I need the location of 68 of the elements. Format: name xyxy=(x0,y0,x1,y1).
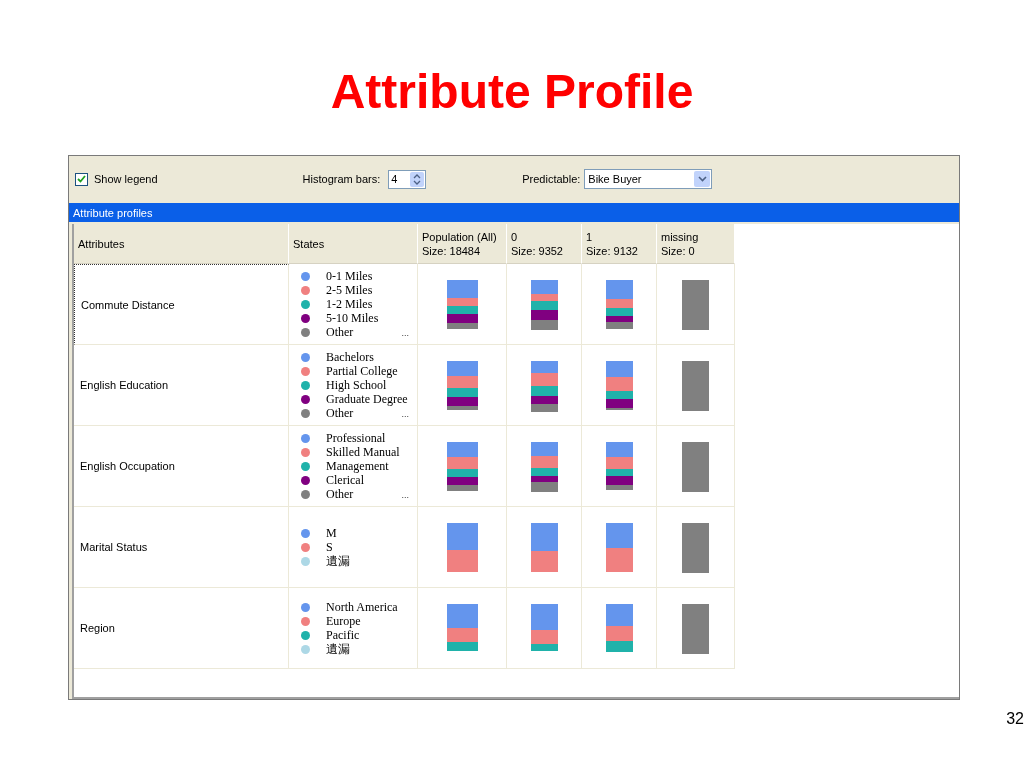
state-label: Clerical xyxy=(326,473,364,487)
chevron-down-icon[interactable] xyxy=(694,171,711,187)
check-icon xyxy=(77,175,86,183)
state-label: High School xyxy=(326,378,387,392)
more-indicator[interactable]: ... xyxy=(401,408,409,420)
attribute-cell[interactable]: Marital Status xyxy=(74,507,289,588)
state-label: Skilled Manual xyxy=(326,445,400,459)
spinner-arrows-icon[interactable] xyxy=(410,171,425,187)
state-label: Partial College xyxy=(326,364,398,378)
stacked-bar-drawing xyxy=(682,442,709,492)
state-label: Bachelors xyxy=(326,350,374,364)
stacked-bar-drawing xyxy=(530,361,558,412)
column-header[interactable]: States xyxy=(289,224,418,264)
histogram-bars-label: Histogram bars: xyxy=(302,173,381,185)
panel-title-bar: Attribute profiles xyxy=(69,203,959,222)
stacked-bar-drawing xyxy=(446,442,478,491)
stacked-bar-drawing xyxy=(682,361,709,411)
stacked-bar-drawing xyxy=(446,604,478,651)
column-header[interactable]: missing Size: 0 xyxy=(657,224,735,264)
state-label: Other xyxy=(326,487,354,501)
show-legend-label: Show legend xyxy=(94,173,158,185)
attribute-cell[interactable]: English Occupation xyxy=(74,426,289,507)
stacked-bar-drawing xyxy=(446,523,478,572)
attribute-cell[interactable]: Region xyxy=(74,588,289,669)
state-label: Other xyxy=(326,325,354,339)
state-label: Europe xyxy=(326,614,361,628)
checkbox[interactable] xyxy=(75,172,88,186)
more-indicator[interactable]: ... xyxy=(401,327,409,339)
state-label: S xyxy=(326,540,333,554)
stacked-bar-drawing xyxy=(605,442,633,490)
state-label: 1-2 Miles xyxy=(326,297,373,311)
state-label: 遺漏 xyxy=(326,554,350,568)
stacked-bar-drawing xyxy=(605,604,633,652)
stacked-bar-drawing xyxy=(605,523,633,572)
column-header[interactable]: 0 Size: 9352 xyxy=(507,224,582,264)
page-number: 32 xyxy=(1005,710,1024,728)
state-label: Pacific xyxy=(326,628,360,642)
stacked-bar-drawing xyxy=(530,442,558,492)
state-label: 5-10 Miles xyxy=(326,311,379,325)
stacked-bar-drawing xyxy=(605,280,633,329)
more-indicator[interactable]: ... xyxy=(401,489,409,501)
state-label: Graduate Degree xyxy=(326,392,408,406)
predictable-dropdown[interactable]: Bike Buyer xyxy=(584,169,713,189)
stacked-bar-drawing xyxy=(605,361,633,410)
state-label: M xyxy=(326,526,337,540)
state-label: 0-1 Miles xyxy=(326,269,373,283)
stacked-bar-drawing xyxy=(530,280,558,330)
state-label: Other xyxy=(326,406,354,420)
stacked-bar-drawing xyxy=(530,604,558,651)
predictable-label: Predictable: xyxy=(522,173,581,185)
stacked-bar-drawing xyxy=(682,604,709,654)
state-label: Professional xyxy=(326,431,386,445)
state-label: North America xyxy=(326,600,398,614)
state-label: Management xyxy=(326,459,389,473)
stacked-bar-drawing xyxy=(446,361,478,410)
attribute-cell[interactable]: English Education xyxy=(74,345,289,426)
attribute-cell[interactable]: Commute Distance xyxy=(74,264,289,345)
column-header[interactable]: 1 Size: 9132 xyxy=(582,224,657,264)
stacked-bar-drawing xyxy=(682,523,709,573)
stacked-bar-drawing xyxy=(530,523,558,572)
stacked-bar-drawing xyxy=(446,280,478,329)
state-label: 遺漏 xyxy=(326,642,350,656)
state-label: 2-5 Miles xyxy=(326,283,373,297)
column-header[interactable]: Population (All) Size: 18484 xyxy=(418,224,507,264)
column-header[interactable]: Attributes xyxy=(74,224,289,264)
stacked-bar-drawing xyxy=(682,280,709,330)
slide-title: Attribute Profile xyxy=(330,64,694,120)
histogram-bars-spinner[interactable]: 4 xyxy=(388,169,427,189)
